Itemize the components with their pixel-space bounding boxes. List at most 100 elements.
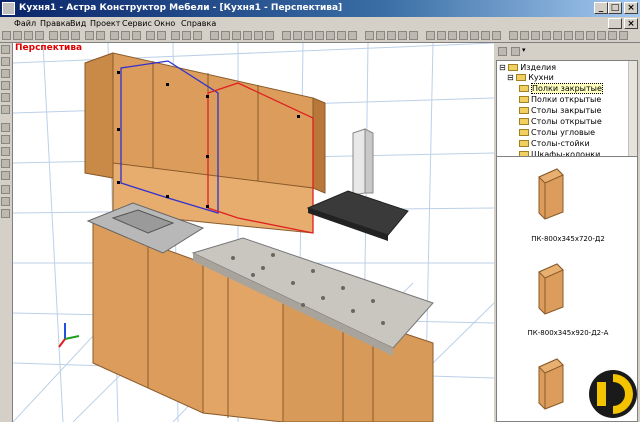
pointer-icon[interactable] [110,31,119,40]
view-icon[interactable] [409,31,418,40]
redo-icon[interactable] [96,31,105,40]
cut-icon[interactable] [49,31,58,40]
thumbnail-3[interactable] [538,358,564,410]
align-icon[interactable] [232,31,241,40]
distribute-icon[interactable] [293,31,302,40]
rotate-icon[interactable] [1,147,10,156]
menu-service[interactable]: Сервис [122,17,152,30]
render-icon[interactable] [437,31,446,40]
window-icon[interactable] [564,31,573,40]
render-icon[interactable] [459,31,468,40]
folder-icon [519,85,529,92]
align-icon[interactable] [254,31,263,40]
align-icon[interactable] [265,31,274,40]
tree-node-corner-tables[interactable]: Столы угловые [519,128,595,138]
menu-help[interactable]: Справка [181,17,216,30]
paste-icon[interactable] [71,31,80,40]
copy-icon[interactable] [60,31,69,40]
tree-node-products[interactable]: ⊟ Изделия [499,63,556,73]
mdi-restore-button[interactable] [608,18,622,29]
app-icon[interactable] [2,2,15,15]
rotate-icon[interactable] [1,159,10,168]
view-icon[interactable] [398,31,407,40]
zoom-out-icon[interactable] [182,31,191,40]
rotate-icon[interactable] [1,171,10,180]
render-icon[interactable] [492,31,501,40]
window-icon[interactable] [509,31,518,40]
window-icon[interactable] [597,31,606,40]
new-icon[interactable] [2,31,11,40]
menu-file[interactable]: Файл [14,17,36,30]
tool-icon[interactable] [1,81,10,90]
window-icon[interactable] [531,31,540,40]
distribute-icon[interactable] [337,31,346,40]
open-icon[interactable] [13,31,22,40]
align-icon[interactable] [243,31,252,40]
tree-node-kitchens[interactable]: ⊟ Кухни [507,73,554,83]
window-icon[interactable] [586,31,595,40]
tree-node-open-tables[interactable]: Столы открытые [519,117,602,127]
view-icon[interactable] [365,31,374,40]
delete-icon[interactable] [1,105,10,114]
folder-icon[interactable] [498,47,507,56]
print-icon[interactable] [35,31,44,40]
render-icon[interactable] [426,31,435,40]
tree-node-table-racks[interactable]: Столы-стойки [519,139,590,149]
view-icon[interactable] [376,31,385,40]
tool-icon[interactable] [1,93,10,102]
close-button[interactable]: × [624,2,638,14]
select-arrow-icon[interactable] [1,45,10,54]
save-icon[interactable] [24,31,33,40]
window-icon[interactable] [608,31,617,40]
tree-node-closed-tables[interactable]: Столы закрытые [519,106,601,116]
maximize-button[interactable]: □ [608,2,622,14]
distribute-icon[interactable] [304,31,313,40]
menu-edit[interactable]: Правка [40,17,70,30]
undo-icon[interactable] [85,31,94,40]
grid-icon[interactable] [1,197,10,206]
chevron-down-icon[interactable]: ▾ [522,46,526,54]
grid-icon[interactable] [1,185,10,194]
kitchen-3d-scene[interactable] [13,43,494,422]
window-icon[interactable] [520,31,529,40]
render-icon[interactable] [448,31,457,40]
tool-icon[interactable] [157,31,166,40]
mdi-close-button[interactable]: × [624,18,638,29]
thumbnail-1[interactable] [538,168,564,220]
gallery-caption: ПК-800х345х720-Д2 [531,235,605,243]
menu-project[interactable]: Проект [90,17,120,30]
window-icon[interactable] [619,31,628,40]
render-icon[interactable] [481,31,490,40]
view-icon[interactable] [387,31,396,40]
library-toolbar: ▾ [495,43,640,59]
window-icon[interactable] [575,31,584,40]
rotate-icon[interactable] [1,135,10,144]
sum-icon[interactable] [121,31,130,40]
distribute-icon[interactable] [315,31,324,40]
distribute-icon[interactable] [348,31,357,40]
distribute-icon[interactable] [326,31,335,40]
menu-window[interactable]: Окно [154,17,175,30]
view-mode-icon[interactable] [511,47,520,56]
align-icon[interactable] [210,31,219,40]
zoom-fit-icon[interactable] [193,31,202,40]
tool-icon[interactable] [146,31,155,40]
dimension-icon[interactable] [132,31,141,40]
minimize-button[interactable]: _ [594,2,608,14]
rotate-icon[interactable] [1,123,10,132]
tool-icon[interactable] [1,57,10,66]
thumbnail-2[interactable] [538,263,564,315]
render-icon[interactable] [470,31,479,40]
distribute-icon[interactable] [282,31,291,40]
upper-cabinets[interactable] [84,52,326,234]
grid-icon[interactable] [1,209,10,218]
zoom-in-icon[interactable] [171,31,180,40]
tool-icon[interactable] [1,69,10,78]
menu-view[interactable]: Вид [70,17,86,30]
perspective-viewport[interactable]: Перспектива [13,43,494,422]
window-icon[interactable] [553,31,562,40]
tree-node-closed-shelves[interactable]: Полки закрытые [519,83,603,94]
window-icon[interactable] [542,31,551,40]
tree-node-open-shelves[interactable]: Полки открытые [519,95,601,105]
align-icon[interactable] [221,31,230,40]
